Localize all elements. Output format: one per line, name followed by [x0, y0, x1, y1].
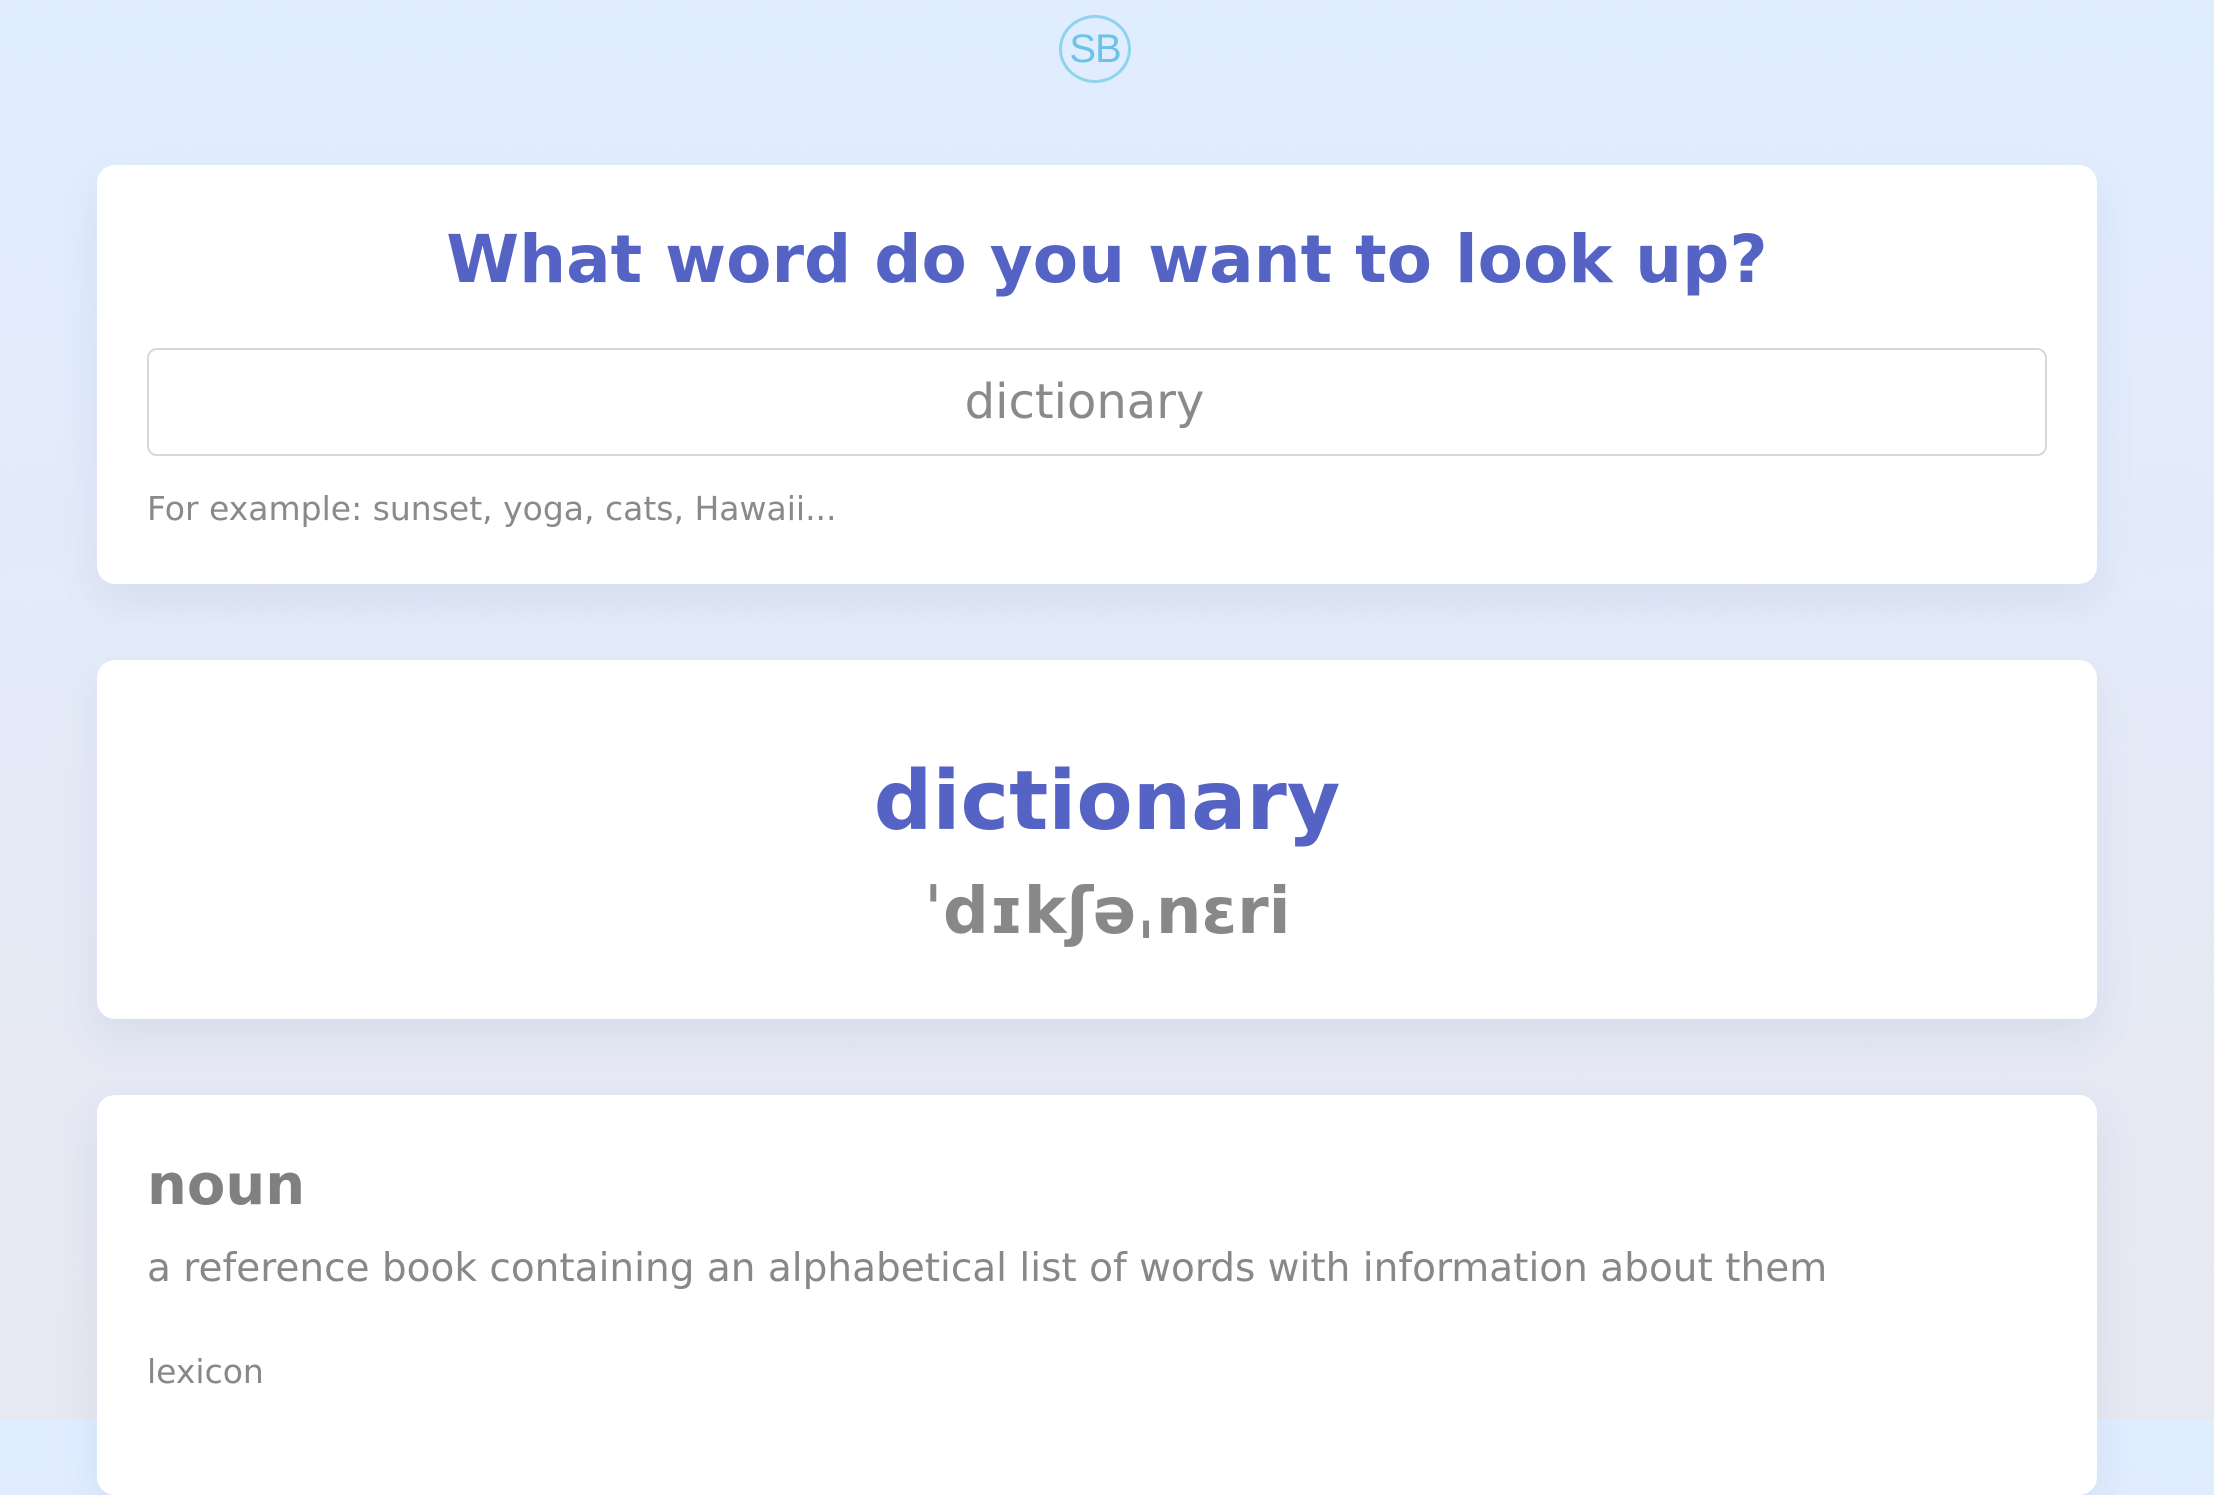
definition-text: a reference book containing an alphabeti…	[147, 1246, 1828, 1291]
phonetic-text: ˈdɪkʃəˌnɛri	[923, 875, 1291, 949]
part-of-speech: noun	[147, 1153, 306, 1218]
search-heading: What word do you want to look up?	[446, 221, 1768, 298]
word-title: dictionary	[873, 754, 1341, 849]
synonym-item[interactable]: lexicon	[147, 1350, 264, 1394]
logo[interactable]: SB	[1059, 15, 1131, 83]
search-hint: For example: sunset, yoga, cats, Hawaii.…	[147, 489, 837, 528]
meaning-card	[97, 1095, 2097, 1495]
search-input[interactable]	[147, 348, 2047, 456]
